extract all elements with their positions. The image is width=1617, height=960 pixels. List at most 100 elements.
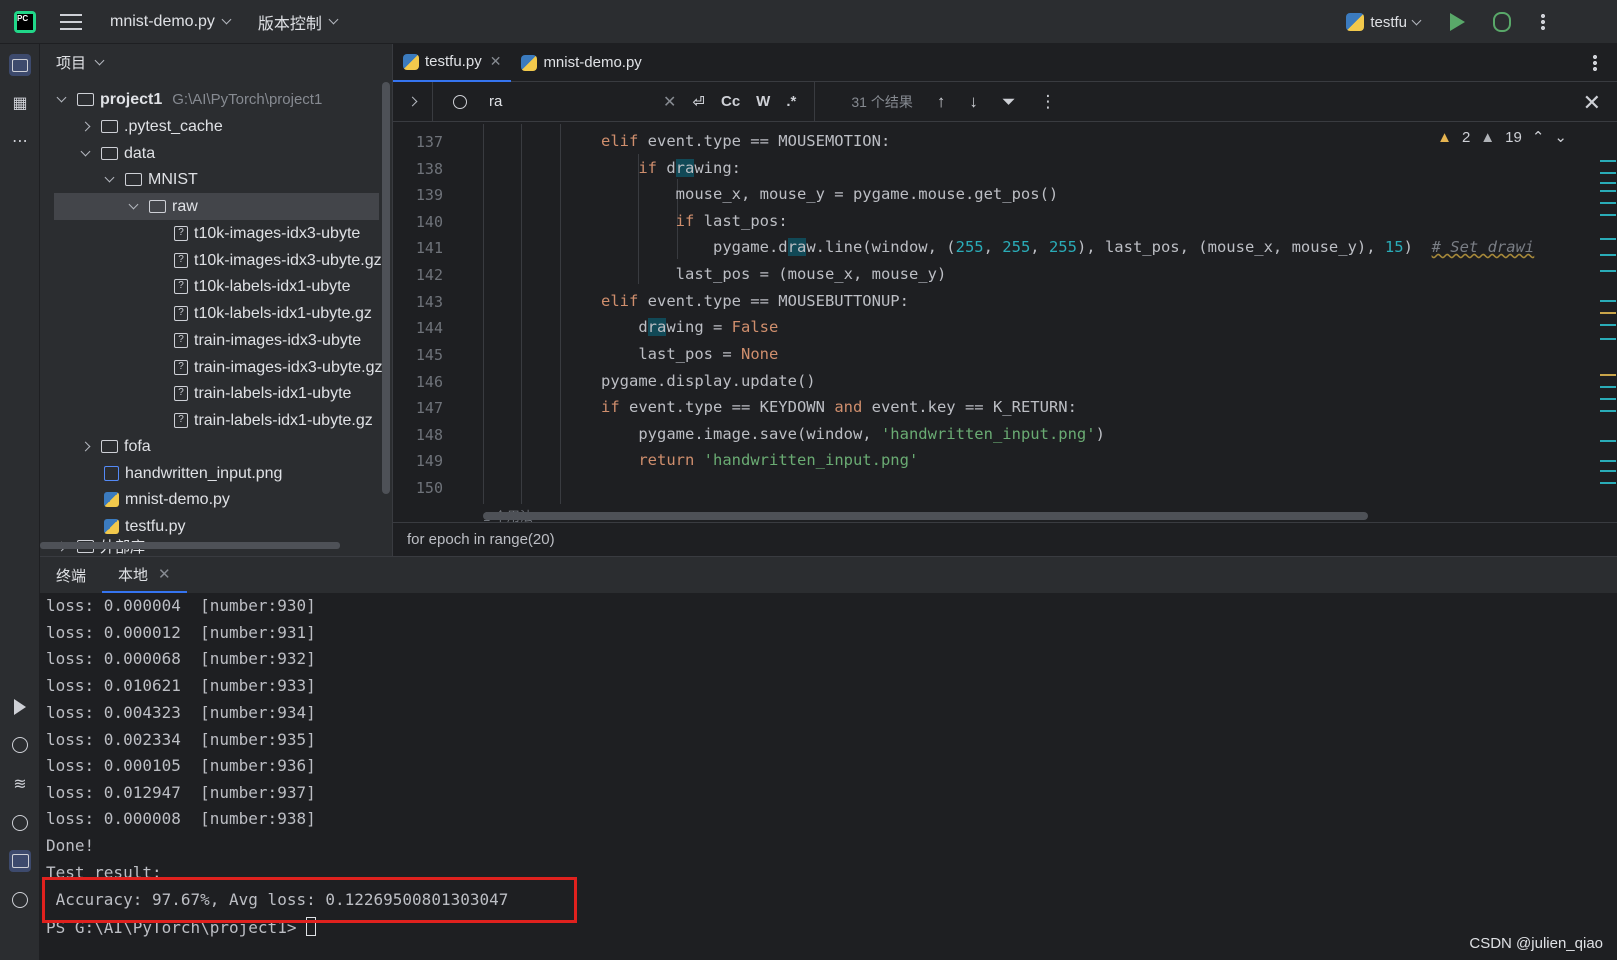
tree-item-file[interactable]: handwritten_input.png	[104, 460, 282, 487]
tree-item-label: handwritten_input.png	[125, 464, 283, 482]
expand-arrow-icon[interactable]	[80, 121, 91, 132]
close-tab-icon[interactable]: ✕	[490, 53, 502, 70]
tree-item-file[interactable]: ? train-images-idx3-ubyte.gz	[174, 354, 383, 381]
tab-mnist-demo[interactable]: mnist-demo.py	[511, 44, 651, 82]
terminal-line: loss: 0.000105 [number:936]	[46, 756, 316, 775]
more-actions-icon[interactable]	[1541, 13, 1545, 31]
left-tool-strip: ▦ ⋯ ≋	[0, 44, 40, 960]
find-input[interactable]	[489, 93, 659, 110]
search-icon[interactable]	[453, 94, 467, 109]
expand-replace-toggle[interactable]	[393, 81, 433, 122]
close-find-icon[interactable]: ✕	[1583, 90, 1601, 116]
tree-item-file[interactable]: ? t10k-labels-idx1-ubyte.gz	[174, 300, 372, 327]
services-icon[interactable]	[9, 812, 31, 834]
expand-arrow-icon[interactable]	[80, 441, 91, 452]
tree-item-file[interactable]: ? train-images-idx3-ubyte	[174, 327, 361, 354]
more-tools-icon[interactable]: ⋯	[9, 130, 31, 152]
unknown-file-icon: ?	[174, 413, 188, 428]
scroll-marker	[1600, 374, 1616, 376]
expand-arrow-icon[interactable]	[104, 172, 115, 183]
terminal-tool-icon[interactable]	[9, 850, 31, 872]
previous-match-icon[interactable]: ↑	[937, 92, 946, 112]
regex-toggle[interactable]: .*	[786, 93, 796, 110]
chevron-down-icon	[328, 14, 339, 25]
tree-item-label: raw	[172, 197, 198, 215]
code-line: drawing = False	[601, 318, 779, 336]
project-path: G:\AI\PyTorch\project1	[172, 91, 323, 108]
line-number: 139	[415, 186, 443, 204]
run-button[interactable]	[1450, 13, 1465, 31]
result-count: 31 个结果	[851, 93, 913, 110]
scroll-marker	[1600, 160, 1616, 162]
breadcrumb[interactable]: for epoch in range(20)	[393, 522, 1617, 556]
expand-arrow-icon[interactable]	[80, 146, 91, 157]
horizontal-scrollbar[interactable]	[40, 542, 340, 549]
line-number: 149	[415, 452, 443, 470]
tree-item-label: mnist-demo.py	[125, 490, 230, 508]
match-case-toggle[interactable]: Cc	[721, 93, 740, 110]
code-line: pygame.draw.line(window, (255, 255, 255)…	[601, 238, 1535, 256]
code-line: last_pos = None	[601, 345, 779, 363]
tree-item-data[interactable]: data	[80, 140, 155, 167]
project-panel-header[interactable]: 项目	[40, 44, 392, 80]
tree-item-fofa[interactable]: fofa	[80, 433, 151, 460]
terminal-prompt[interactable]: PS G:\AI\PyTorch\project1>	[46, 917, 317, 957]
problems-icon[interactable]	[9, 889, 31, 911]
project-tool-icon[interactable]	[9, 54, 31, 76]
line-number: 140	[415, 213, 443, 231]
terminal-line: loss: 0.000008 [number:938]	[46, 809, 316, 828]
terminal-line: loss: 0.002334 [number:935]	[46, 730, 316, 749]
project-panel-title: 项目	[56, 54, 87, 72]
main-menu-icon[interactable]	[60, 13, 82, 30]
code-area[interactable]: 137 138 139 140 141 142 143 144 145 146 …	[393, 124, 1617, 524]
tree-item-raw[interactable]: raw	[54, 193, 379, 220]
line-number: 146	[415, 373, 443, 391]
tab-testfu[interactable]: testfu.py ✕	[393, 44, 512, 82]
tree-item-file[interactable]: ? t10k-images-idx3-ubyte	[174, 220, 360, 247]
line-number: 145	[415, 346, 443, 364]
next-match-icon[interactable]: ↓	[969, 92, 978, 112]
tab-terminal[interactable]: 终端	[40, 557, 102, 593]
tab-local[interactable]: 本地 ✕	[102, 557, 187, 593]
tabs-more-icon[interactable]	[1593, 54, 1597, 72]
close-tab-icon[interactable]: ✕	[158, 565, 171, 583]
tree-item-file[interactable]: ? train-labels-idx1-ubyte	[174, 380, 351, 407]
code-line: if event.type == KEYDOWN and event.key =…	[601, 398, 1077, 416]
clear-search-icon[interactable]: ✕	[663, 92, 676, 112]
expand-arrow-icon[interactable]	[128, 199, 139, 210]
python-console-icon[interactable]	[9, 734, 31, 756]
tree-item-file[interactable]: mnist-demo.py	[104, 486, 230, 513]
expand-arrow-icon[interactable]	[56, 92, 67, 103]
tree-item-project1[interactable]: project1 G:\AI\PyTorch\project1	[56, 86, 323, 113]
indent-guide	[483, 124, 484, 504]
run-config-selector[interactable]: testfu	[1346, 13, 1422, 31]
unknown-file-icon: ?	[174, 253, 188, 268]
folder-icon	[101, 440, 118, 453]
scroll-marker	[1600, 398, 1616, 400]
tree-item-file[interactable]: ? t10k-labels-idx1-ubyte	[174, 273, 351, 300]
tree-item-file[interactable]: ? t10k-images-idx3-ubyte.gz	[174, 247, 382, 274]
project-selector[interactable]: mnist-demo.py	[110, 13, 232, 31]
tree-item-mnist[interactable]: MNIST	[104, 166, 198, 193]
code-line: pygame.image.save(window, 'handwritten_i…	[601, 425, 1105, 443]
new-line-icon[interactable]: ⏎	[692, 93, 705, 111]
find-options-icon[interactable]: ⋮	[1039, 92, 1056, 112]
layers-icon[interactable]: ≋	[9, 773, 31, 795]
vertical-scrollbar[interactable]	[382, 82, 390, 494]
vcs-menu[interactable]: 版本控制	[258, 10, 339, 34]
tree-item-file[interactable]: ? train-labels-idx1-ubyte.gz	[174, 407, 373, 434]
tree-item-label: train-labels-idx1-ubyte.gz	[194, 411, 373, 429]
line-number: 143	[415, 293, 443, 311]
scroll-marker	[1600, 482, 1616, 484]
horizontal-scrollbar[interactable]	[483, 512, 1368, 520]
python-file-icon	[521, 54, 538, 71]
debug-button[interactable]	[1493, 12, 1511, 32]
words-toggle[interactable]: W	[756, 93, 770, 110]
filter-icon[interactable]: ⏷	[1002, 92, 1016, 112]
run-tool-icon[interactable]	[9, 696, 31, 718]
tree-item-pytest-cache[interactable]: .pytest_cache	[80, 113, 223, 140]
tree-item-file[interactable]: testfu.py	[104, 513, 185, 540]
unknown-file-icon: ?	[174, 306, 188, 321]
structure-tool-icon[interactable]: ▦	[9, 92, 31, 114]
tree-item-label: t10k-images-idx3-ubyte	[194, 224, 361, 242]
